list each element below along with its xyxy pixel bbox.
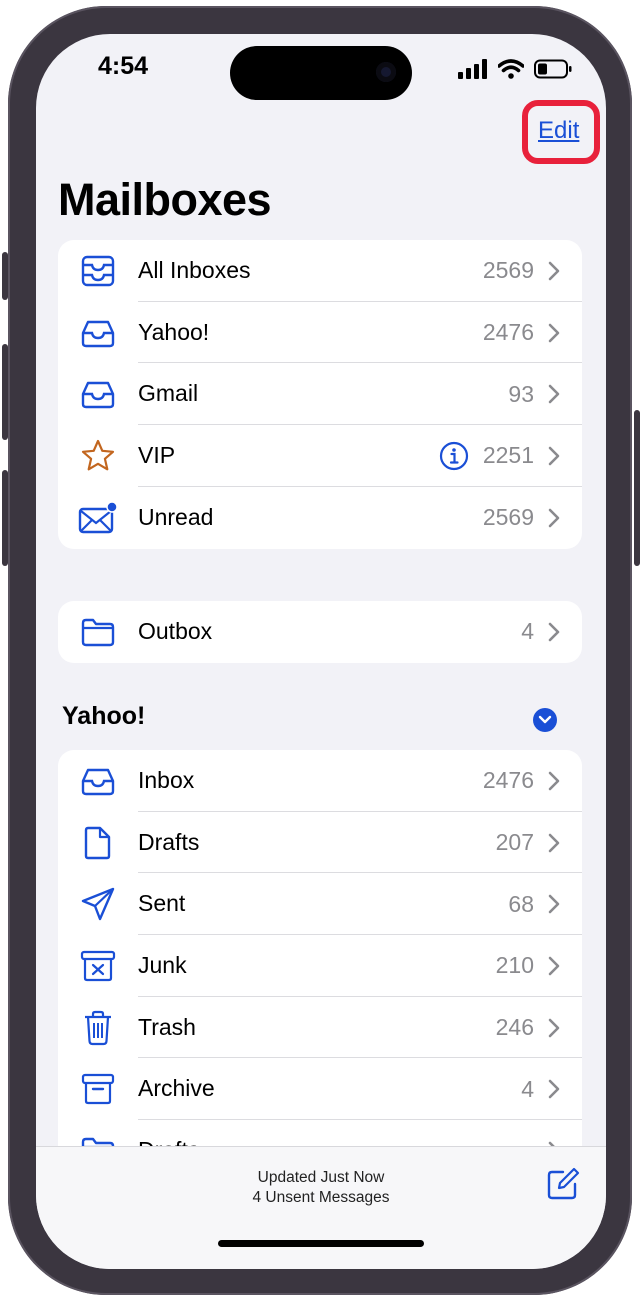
chevron-right-icon [548,622,560,642]
mailbox-label: Inbox [138,767,195,793]
archive-box-icon [81,1074,115,1105]
section-collapse-button[interactable] [533,708,557,732]
mailbox-row-all-inboxes[interactable]: All Inboxes 2569 [58,240,582,302]
mailbox-label: Yahoo! [138,318,210,345]
mailbox-count: 2476 [482,767,534,794]
account-row-sent[interactable]: Sent 68 [58,873,582,936]
mailbox-count: 4 [521,618,534,645]
volume-down-button [2,470,8,566]
mailbox-label: All Inboxes [138,257,251,283]
mailbox-label: Drafts [138,828,200,855]
bottom-toolbar: Updated Just Now 4 Unsent Messages [36,1146,606,1269]
inbox-tray-icon [81,382,115,409]
action-button [2,252,8,300]
chevron-right-icon [548,261,560,281]
dynamic-island [230,46,412,100]
info-icon [439,441,468,471]
compose-button[interactable] [546,1167,580,1206]
account-row-trash[interactable]: Trash 246 [58,997,582,1059]
screen: 4:54 Edit Mailboxes All Inboxes 2569 Yah… [36,34,606,1269]
inbox-tray-icon [81,320,115,347]
mailbox-row-vip[interactable]: VIP 2251 [58,425,582,487]
mailboxes-group: All Inboxes 2569 Yahoo! 2476 Gmail 93 VI… [58,240,582,549]
mailbox-label: Unread [138,503,214,530]
status-bar: 4:54 [36,34,606,104]
account-mailboxes-group: Inbox 2476 Drafts 207 Sent 68 Junk 210 T… [58,750,582,1170]
mailbox-label: Junk [138,952,187,979]
mailbox-row-unread[interactable]: Unread 2569 [58,487,582,549]
chevron-right-icon [548,508,560,527]
chevron-right-icon [548,894,560,914]
all-inboxes-icon [81,255,115,287]
mailbox-count: 4 [521,1075,534,1102]
mailbox-count: 2476 [482,319,534,346]
mailbox-label: Sent [138,890,186,917]
mailbox-count: 246 [495,1014,534,1041]
star-icon [81,439,115,471]
mailbox-label: Gmail [138,380,199,407]
trash-icon [85,1010,111,1045]
power-button [634,410,640,566]
mailbox-count: 68 [508,890,534,917]
mailbox-count: 2569 [482,257,534,284]
inbox-tray-icon [81,768,115,796]
account-row-drafts[interactable]: Drafts 207 [58,812,582,874]
chevron-right-icon [548,1079,560,1099]
chevron-right-icon [548,833,560,852]
vip-info-button[interactable] [439,441,469,471]
mailbox-row-yahoo[interactable]: Yahoo! 2476 [58,302,582,364]
mailbox-count: 207 [495,829,534,856]
unsent-status: 4 Unsent Messages [252,1189,390,1206]
outbox-group: Outbox 4 [58,601,582,663]
account-section-title: Yahoo! [62,702,146,730]
chevron-down-icon [538,715,552,724]
edit-button[interactable]: Edit [538,117,579,145]
account-row-junk[interactable]: Junk 210 [58,935,582,997]
envelope-unread-icon [78,500,118,533]
volume-up-button [2,344,8,440]
chevron-right-icon [548,771,560,791]
front-camera [376,62,396,82]
document-icon [84,826,111,859]
compose-icon [547,1167,580,1200]
status-icons [458,56,572,82]
mailbox-label: Trash [138,1013,196,1040]
chevron-right-icon [548,323,560,342]
account-row-inbox[interactable]: Inbox 2476 [58,750,582,812]
chevron-right-icon [548,384,560,404]
mailbox-label: Archive [138,1075,215,1102]
cellular-signal-icon [458,59,487,79]
mailbox-label: VIP [138,442,176,469]
wifi-icon [498,59,524,79]
page-title: Mailboxes [58,174,272,225]
status-time: 4:54 [98,52,149,80]
mailbox-row-gmail[interactable]: Gmail 93 [58,363,582,426]
chevron-right-icon [548,956,560,976]
update-status: Updated Just Now [257,1169,385,1186]
home-indicator[interactable] [218,1240,424,1247]
mailbox-count: 93 [508,380,534,407]
mailbox-row-outbox[interactable]: Outbox 4 [58,601,582,663]
paper-plane-icon [81,888,115,921]
folder-icon [81,618,115,647]
junk-bin-icon [80,950,116,982]
mailbox-label: Outbox [138,618,213,644]
mailbox-count: 210 [495,952,534,979]
battery-icon [534,59,572,79]
chevron-right-icon [548,446,560,466]
mailbox-count: 2569 [482,504,534,531]
account-row-archive[interactable]: Archive 4 [58,1058,582,1121]
chevron-right-icon [548,1018,560,1037]
mailbox-count: 2251 [482,442,534,469]
